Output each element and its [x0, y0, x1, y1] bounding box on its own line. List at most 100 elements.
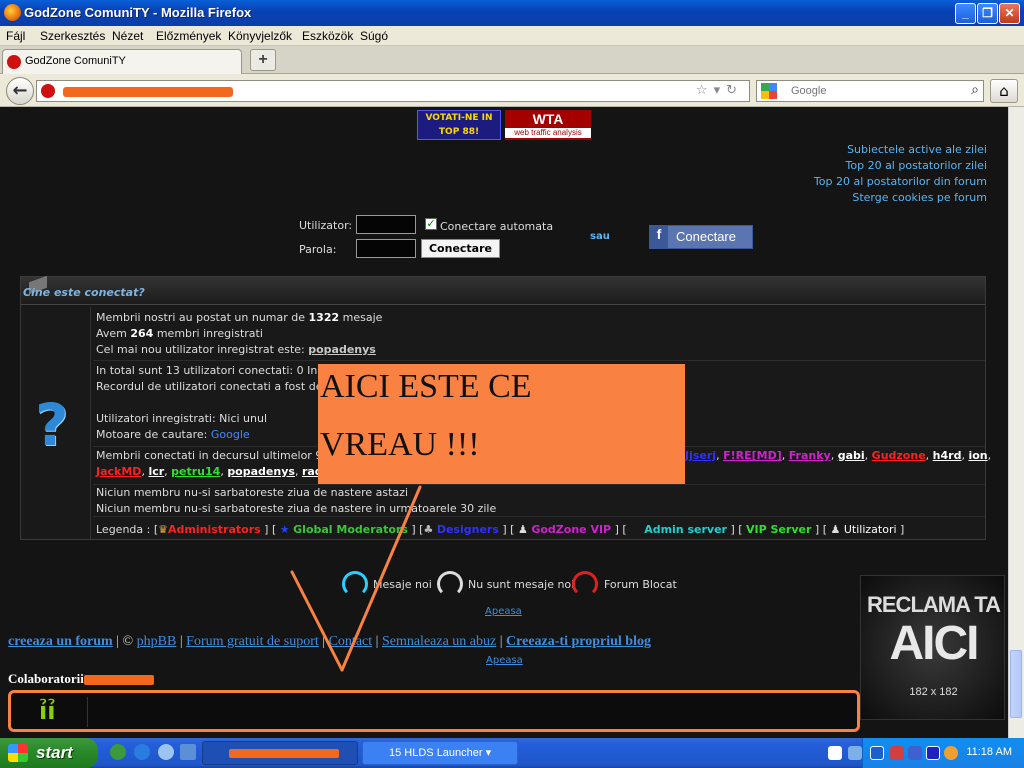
username-input[interactable]	[356, 215, 416, 234]
who-header: Cine este conectat?	[21, 275, 985, 305]
facebook-login-button[interactable]: f Conectare	[649, 225, 753, 249]
wta-banner[interactable]: WTA web traffic analysis	[505, 110, 591, 140]
password-input[interactable]	[356, 239, 416, 258]
engines-label: Motoare de cautare:	[96, 428, 211, 441]
back-button[interactable]: ←	[6, 77, 34, 105]
help-icon[interactable]	[828, 746, 842, 760]
footer-blog[interactable]: Creeaza-ti propriul blog	[506, 634, 651, 649]
quicklaunch-utorrent-icon[interactable]	[110, 744, 126, 760]
user-link[interactable]: JackMD	[96, 465, 141, 478]
annotation-line1: AICI ESTE CE	[320, 368, 532, 405]
user-link[interactable]: Jjserj	[685, 449, 716, 462]
legend-admin-server[interactable]: Admin server	[644, 523, 727, 536]
link-top20-day[interactable]: Top 20 al postatorilor zilei	[846, 159, 987, 172]
votati-banner[interactable]: VOTATI-NE IN TOP 88!	[417, 110, 501, 140]
ad-line1: RECLAMA TA	[867, 592, 1001, 617]
no-new-posts-icon	[437, 571, 463, 597]
restore-button[interactable]: ❐	[977, 3, 998, 24]
question-mark-icon: ?	[35, 391, 69, 459]
new-posts-icon	[342, 571, 368, 597]
vertical-scrollbar[interactable]	[1008, 107, 1024, 738]
menu-help[interactable]: Súgó	[360, 29, 388, 43]
legend-designers[interactable]: Designers	[437, 523, 499, 536]
user-link[interactable]: popadenys	[227, 465, 295, 478]
username-label: Utilizator:	[299, 219, 353, 232]
tray-icon[interactable]	[848, 746, 862, 760]
url-bar[interactable]: ☆▾↻	[36, 80, 750, 102]
user-link[interactable]: gabi	[838, 449, 865, 462]
footer-apeasa-link[interactable]: Apeasa	[486, 655, 523, 666]
home-button[interactable]: ⌂	[990, 79, 1018, 103]
search-icon[interactable]: ⌕	[971, 82, 979, 98]
legend-users[interactable]: Utilizatori	[844, 523, 897, 536]
legend-line: Legenda : [♛Administrators ] [ ★ Global …	[96, 523, 905, 536]
footer-support[interactable]: Forum gratuit de suport	[186, 634, 319, 649]
auto-login-checkbox[interactable]: ✓	[425, 218, 437, 230]
tray-play-icon[interactable]	[926, 746, 940, 760]
legend-vip[interactable]: GodZone VIP	[531, 523, 611, 536]
tray-icon[interactable]	[944, 746, 958, 760]
collaborators-title: Colaboratorii	[8, 671, 154, 687]
tab-godzone[interactable]: GodZone ComuniTY	[2, 49, 242, 74]
members-line: Avem 264 membri inregistrati	[96, 327, 263, 340]
new-tab-button[interactable]: +	[250, 49, 276, 71]
link-top20-forum[interactable]: Top 20 al postatorilor din forum	[814, 175, 987, 188]
user-link[interactable]: Gudzone	[872, 449, 926, 462]
url-bar-tools[interactable]: ☆▾↻	[696, 83, 743, 98]
footer-phpbb[interactable]: phpBB	[137, 634, 177, 649]
user-icon: ♟	[830, 523, 841, 536]
menu-history[interactable]: Előzmények	[156, 29, 221, 43]
user-link[interactable]: Franky	[789, 449, 831, 462]
quicklaunch-desktop-icon[interactable]	[180, 744, 196, 760]
menu-edit[interactable]: Szerkesztés	[40, 29, 105, 43]
user-link[interactable]: ion	[968, 449, 987, 462]
legend-global-mods[interactable]: Global Moderators	[293, 523, 408, 536]
last24-line: Membrii conectati in decursul ultimelor …	[96, 449, 345, 462]
menu-file[interactable]: Fájl	[6, 29, 25, 43]
login-button[interactable]: Conectare	[421, 239, 500, 258]
quicklaunch-messenger-icon[interactable]	[158, 744, 174, 760]
locked-forum-icon	[572, 571, 598, 597]
user-link[interactable]: petru14	[171, 465, 220, 478]
footer-report[interactable]: Semnaleaza un abuz	[382, 634, 496, 649]
user-icon: ♟	[517, 523, 528, 536]
collaborators-label: Colaboratorii	[8, 671, 84, 686]
legend-vip-server[interactable]: VIP Server	[746, 523, 811, 536]
facebook-icon: f	[650, 226, 668, 248]
engines-line: Motoare de cautare: Google	[96, 428, 250, 441]
quicklaunch-ie-icon[interactable]	[134, 744, 150, 760]
task-firefox[interactable]	[202, 741, 358, 765]
menu-view[interactable]: Nézet	[112, 29, 143, 43]
system-tray: 11:18 AM	[862, 738, 1024, 768]
members-count: 264	[130, 327, 154, 340]
user-link[interactable]: lcr	[148, 465, 164, 478]
user-link[interactable]: h4rd	[933, 449, 962, 462]
tray-icon[interactable]	[908, 746, 922, 760]
redacted-task-title	[229, 748, 339, 758]
tab-label: GodZone ComuniTY	[25, 55, 126, 67]
legend-admins[interactable]: Administrators	[168, 523, 261, 536]
link-active-topics[interactable]: Subiectele active ale zilei	[847, 143, 987, 156]
ad-box[interactable]: RECLAMA TA AICI 182 x 182	[860, 575, 1005, 720]
collaborators-bar: ỉỉ	[8, 690, 860, 732]
newest-user-link[interactable]: popadenys	[308, 343, 376, 356]
tray-arrow-icon[interactable]	[870, 746, 884, 760]
tray-icon[interactable]	[890, 746, 904, 760]
google-icon[interactable]	[761, 83, 777, 99]
link-delete-cookies[interactable]: Sterge cookies pe forum	[852, 191, 987, 204]
footer-contact[interactable]: Contact	[329, 634, 373, 649]
menu-bookmarks[interactable]: Könyvjelzők	[228, 29, 292, 43]
start-button[interactable]: start	[0, 738, 98, 768]
collaborators-icon: ỉỉ	[39, 697, 56, 725]
user-link[interactable]: F!RE[MD]	[723, 449, 782, 462]
scrollbar-thumb[interactable]	[1010, 650, 1022, 718]
task-hlds-launcher[interactable]: 15 HLDS Launcher ▾	[362, 741, 518, 765]
menu-tools[interactable]: Eszközök	[302, 29, 353, 43]
windows-flag-icon	[8, 744, 28, 762]
close-button[interactable]: ✕	[999, 3, 1020, 24]
new-posts-label: Mesaje noi	[373, 578, 432, 591]
minimize-button[interactable]: _	[955, 3, 976, 24]
apeasa-link[interactable]: Apeasa	[485, 606, 522, 617]
search-input[interactable]	[791, 83, 961, 99]
footer-create-forum[interactable]: creeaza un forum	[8, 634, 113, 649]
